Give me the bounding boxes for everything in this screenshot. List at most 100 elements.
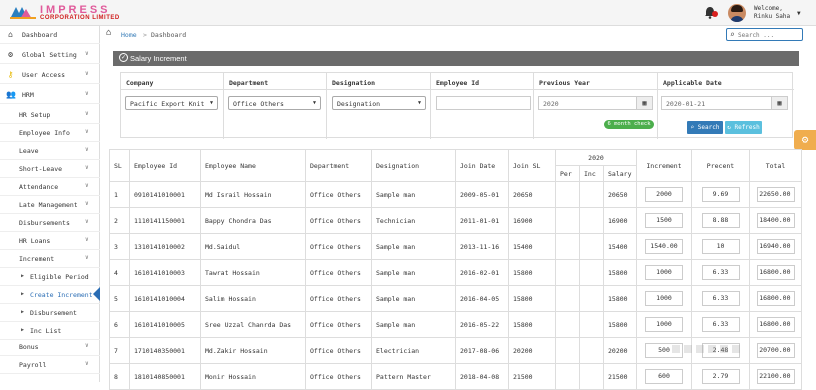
company-select[interactable]: Pacific Export Knit ▼ — [125, 96, 218, 110]
cell-id: 1110141150001 — [129, 207, 201, 234]
cell-salary: 16900 — [603, 207, 637, 234]
cell-salary: 15800 — [603, 285, 637, 312]
sidebar-item-leave[interactable]: Leave ∨ — [0, 142, 100, 160]
sidebar-item-hrm[interactable]: 👥 HRM ∨ — [0, 86, 100, 104]
sidebar-item-global-setting[interactable]: ⚙ Global Setting ∨ — [0, 46, 100, 64]
sidebar-item-payroll[interactable]: Payroll ∨ — [0, 356, 100, 374]
search-box[interactable]: ⌕ — [726, 28, 803, 41]
sidebar-item-attendance[interactable]: Attendance ∨ — [0, 178, 100, 196]
pct-input[interactable]: 9.69 — [701, 187, 740, 202]
sidebar-item-user-access[interactable]: ⚷ User Access ∨ — [0, 66, 100, 84]
chevron-down-icon: ∨ — [85, 182, 89, 189]
search-icon: ⌕ — [730, 30, 735, 39]
total-input[interactable]: 22650.00 — [756, 187, 795, 202]
department-select[interactable]: Office Others ▼ — [228, 96, 321, 110]
cell-id: 1810140850001 — [129, 363, 201, 390]
total-input[interactable]: 20700.00 — [756, 343, 795, 358]
breadcrumb-separator: > — [143, 31, 147, 39]
sidebar-item-disbursement[interactable]: ▶ Disbursement — [0, 304, 100, 322]
pct-input[interactable]: 8.88 — [701, 213, 740, 228]
caret-right-icon: ▶ — [21, 327, 25, 333]
sidebar-item-bonus[interactable]: Bonus ∨ — [0, 338, 100, 356]
search-input[interactable] — [738, 30, 800, 40]
pct-input[interactable]: 10 — [701, 239, 740, 254]
chevron-down-icon: ∨ — [85, 236, 89, 243]
inc-input[interactable]: 1540.00 — [645, 239, 683, 254]
gear-icon: ⚙ — [8, 50, 13, 59]
inc-input[interactable]: 1000 — [645, 291, 683, 306]
sidebar-item-hr-loans[interactable]: HR Loans ∨ — [0, 232, 100, 250]
inc-input[interactable]: 2000 — [645, 187, 683, 202]
total-input[interactable]: 18400.00 — [756, 213, 795, 228]
pct-input[interactable]: 6.33 — [701, 265, 740, 280]
cell-jsl: 16900 — [508, 207, 556, 234]
sidebar-item-late-management[interactable]: Late Management ∨ — [0, 196, 100, 214]
cell-id: 1610141010005 — [129, 311, 201, 338]
employee-id-input[interactable] — [436, 96, 531, 110]
pct-input[interactable]: 6.33 — [701, 291, 740, 306]
inc-input[interactable]: 1500 — [645, 213, 683, 228]
caret-down-icon[interactable]: ▼ — [797, 10, 801, 17]
cell-jsl: 15800 — [508, 259, 556, 286]
cell-dept: Office Others — [305, 311, 372, 338]
total-input[interactable]: 16800.00 — [756, 265, 795, 280]
sidebar-item-disbursements[interactable]: Disbursements ∨ — [0, 214, 100, 232]
total-input[interactable]: 16800.00 — [756, 291, 795, 306]
avatar[interactable] — [728, 4, 746, 22]
pct-input[interactable]: 6.33 — [701, 317, 740, 332]
cell-desig: Sample man — [371, 181, 456, 208]
col-employee-name: Employee Name — [200, 149, 306, 182]
cell-dept: Office Others — [305, 363, 372, 390]
inc-input[interactable]: 1000 — [645, 265, 683, 280]
inc-input[interactable]: 1000 — [645, 317, 683, 332]
col-inc: Inc — [579, 165, 604, 182]
cell-name: Bappy Chondra Das — [200, 207, 306, 234]
breadcrumb-home[interactable]: Home — [121, 31, 137, 39]
caret-down-icon: ▼ — [417, 100, 421, 106]
sidebar-item-short-leave[interactable]: Short-Leave ∨ — [0, 160, 100, 178]
total-input[interactable]: 16940.00 — [756, 239, 795, 254]
cell-id: 0910141010001 — [129, 181, 201, 208]
previous-year-input[interactable]: 2020 ▦ — [538, 96, 653, 110]
chevron-down-icon: ∨ — [85, 218, 89, 225]
six-month-check-button[interactable]: 6 month check — [604, 120, 654, 129]
search-button[interactable]: ⌕ Search — [687, 121, 723, 134]
cell-dept: Office Others — [305, 337, 372, 364]
home-icon[interactable]: ⌂ — [106, 28, 111, 38]
caret-right-icon: ▶ — [21, 291, 25, 297]
cell-sl: 6 — [109, 311, 130, 338]
cell-id: 1610141010004 — [129, 285, 201, 312]
caret-down-icon: ▼ — [312, 100, 316, 106]
cell-join: 2017-08-06 — [455, 337, 509, 364]
chevron-down-icon: ∨ — [85, 70, 89, 77]
col-employee-id: Employee Id — [129, 149, 201, 182]
chevron-down-icon: ∨ — [85, 164, 89, 171]
total-input[interactable]: 16800.00 — [756, 317, 795, 332]
settings-gear-icon[interactable]: ⚙ — [794, 130, 816, 150]
calendar-icon[interactable]: ▦ — [771, 97, 787, 109]
brand-logo[interactable]: IMPRESS CORPORATION LIMITED — [10, 4, 150, 22]
cell-sl: 3 — [109, 233, 130, 260]
sidebar-item-create-increment[interactable]: ▶ Create Increment — [0, 286, 100, 304]
cell-desig: Sample man — [371, 259, 456, 286]
notification-bell-icon[interactable] — [704, 6, 718, 20]
designation-select[interactable]: Designation ▼ — [332, 96, 426, 110]
sidebar-item-employee-info[interactable]: Employee Info ∨ — [0, 124, 100, 142]
sidebar-item-dashboard[interactable]: ⌂ Dashboard — [0, 26, 100, 44]
cell-name: Salim Hossain — [200, 285, 306, 312]
cell-jsl: 15800 — [508, 285, 556, 312]
refresh-button[interactable]: ↻ Refresh — [725, 121, 762, 134]
cell-desig: Electrician — [371, 337, 456, 364]
sidebar-item-increment[interactable]: Increment ∨ — [0, 250, 100, 268]
cell-id: 1310141010002 — [129, 233, 201, 260]
cell-salary: 15400 — [603, 233, 637, 260]
calendar-icon[interactable]: ▦ — [636, 97, 652, 109]
sidebar-item-hr-setup[interactable]: HR Setup ∨ — [0, 106, 100, 124]
applicable-date-input[interactable]: 2020-01-21 ▦ — [661, 96, 788, 110]
cell-desig: Sample man — [371, 233, 456, 260]
col-percent: Precent — [691, 149, 750, 182]
sidebar-item-eligible-period[interactable]: ▶ Eligible Period — [0, 268, 100, 286]
user-menu[interactable]: Welcome, Rinku Saha — [754, 5, 790, 21]
cell-sl: 4 — [109, 259, 130, 286]
cell-join: 2013-11-16 — [455, 233, 509, 260]
